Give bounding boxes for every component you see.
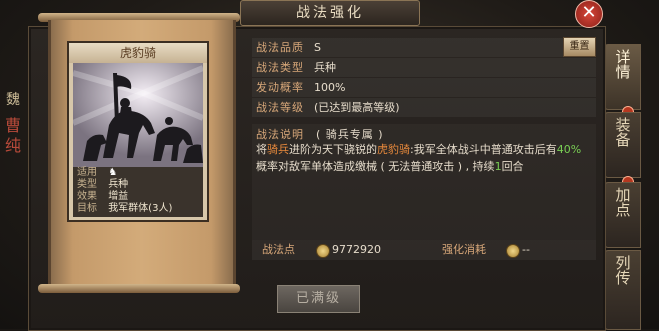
tab-label: 加点 [613, 187, 632, 217]
tab-label: 列传 [613, 255, 632, 285]
card-info-key: 类型 [77, 179, 97, 190]
left-strip-char: 魏 [6, 92, 20, 108]
description-highlight: 骑兵 [267, 143, 289, 156]
max-level-button[interactable]: 已满级 [277, 285, 360, 313]
description-header: 战法说明 ( 骑兵专属 ) [256, 126, 384, 142]
scroll-rod-bottom [38, 284, 240, 293]
tab-attributes[interactable]: 加点 [604, 182, 641, 248]
tab-label: 装备 [613, 117, 632, 147]
description-text: 将骑兵进阶为天下骁锐的虎豹骑:我军全体战斗中普通攻击后有40% 概率对敌军单体造成… [256, 141, 592, 175]
attribute-row-level: 战法等级 (已达到最高等级) [252, 98, 596, 117]
cavalry-illustration-icon [73, 63, 203, 167]
attribute-value: S [314, 41, 321, 54]
attribute-value: 100% [314, 81, 346, 94]
card-info-value: 兵种 [108, 179, 129, 190]
card-info: 适用 ♞ 类型 兵种 效果 增益 目标 我军群体(3人) [73, 167, 203, 217]
close-icon: ✕ [581, 2, 597, 23]
description-text-part: 进阶为天下骁锐的 [289, 143, 377, 156]
card-info-row: 目标 我军群体(3人) [73, 203, 203, 215]
points-value: 9772920 [332, 243, 381, 256]
tab-details[interactable]: 详情 [604, 44, 641, 110]
description-text-part: 将 [256, 143, 267, 156]
left-strip-char: 纯 [4, 136, 21, 155]
coin-icon [506, 244, 520, 258]
card-info-row: 类型 兵种 [73, 179, 203, 191]
cost-value: -- [522, 243, 530, 256]
description-text-part: :我军全体战斗中普通攻击后有 [410, 143, 557, 156]
card-info-key: 适用 [77, 167, 97, 178]
cost-label: 强化消耗 [442, 243, 486, 256]
attribute-row-probability: 发动概率 100% [252, 78, 596, 97]
description-text-part: 回合 [501, 160, 524, 173]
attribute-label: 战法等级 [256, 101, 304, 114]
tactic-card[interactable]: 虎豹骑 适用 ♞ 类型 兵种 效果 增益 目标 我军群体(3人) [67, 41, 209, 222]
card-info-key: 效果 [77, 191, 97, 202]
tactic-attributes: 战法品质 S 战法类型 兵种 发动概率 100% 战法等级 (已达到最高等级) [252, 38, 596, 118]
card-info-row: 效果 增益 [73, 191, 203, 203]
description-highlight: 虎豹骑 [377, 143, 410, 156]
cavalry-type-icon: ♞ [108, 167, 118, 178]
attribute-label: 战法品质 [256, 41, 304, 54]
page-title: 战法强化 [296, 5, 364, 21]
tactic-description: 战法说明 ( 骑兵专属 ) 将骑兵进阶为天下骁锐的虎豹骑:我军全体战斗中普通攻击后… [252, 124, 596, 240]
attribute-label: 发动概率 [256, 81, 304, 94]
points-label: 战法点 [262, 243, 295, 256]
close-button[interactable]: ✕ [575, 0, 603, 28]
card-info-key: 目标 [77, 203, 97, 214]
attribute-value: 兵种 [314, 61, 336, 74]
left-strip: 魏 曹 纯 [0, 90, 26, 220]
reset-button[interactable]: 重置 [563, 37, 596, 57]
card-info-row: 适用 ♞ [73, 167, 203, 179]
title-bar: 战法强化 [240, 0, 420, 26]
card-title: 虎豹骑 [69, 43, 207, 63]
card-info-value: 增益 [108, 191, 129, 202]
description-highlight: 1 [494, 160, 502, 173]
tab-biography[interactable]: 列传 [604, 250, 641, 330]
tab-label: 详情 [613, 49, 632, 79]
points-bar: 战法点 9772920 强化消耗 -- [252, 240, 596, 260]
attribute-row-quality: 战法品质 S [252, 38, 596, 57]
description-highlight: 40% [556, 143, 582, 156]
description-label: 战法说明 [256, 128, 304, 141]
attribute-label: 战法类型 [256, 61, 304, 74]
description-text-part: 概率对敌军单体造成缴械 ( 无法普通攻击 ) , 持续 [256, 160, 495, 173]
coin-icon [316, 244, 330, 258]
tab-equipment[interactable]: 装备 [604, 112, 641, 178]
description-subtitle: ( 骑兵专属 ) [316, 128, 384, 141]
left-strip-char: 曹 [4, 116, 21, 135]
attribute-value: (已达到最高等级) [314, 101, 400, 114]
card-info-value: 我军群体(3人) [108, 203, 173, 214]
attribute-row-type: 战法类型 兵种 [252, 58, 596, 77]
